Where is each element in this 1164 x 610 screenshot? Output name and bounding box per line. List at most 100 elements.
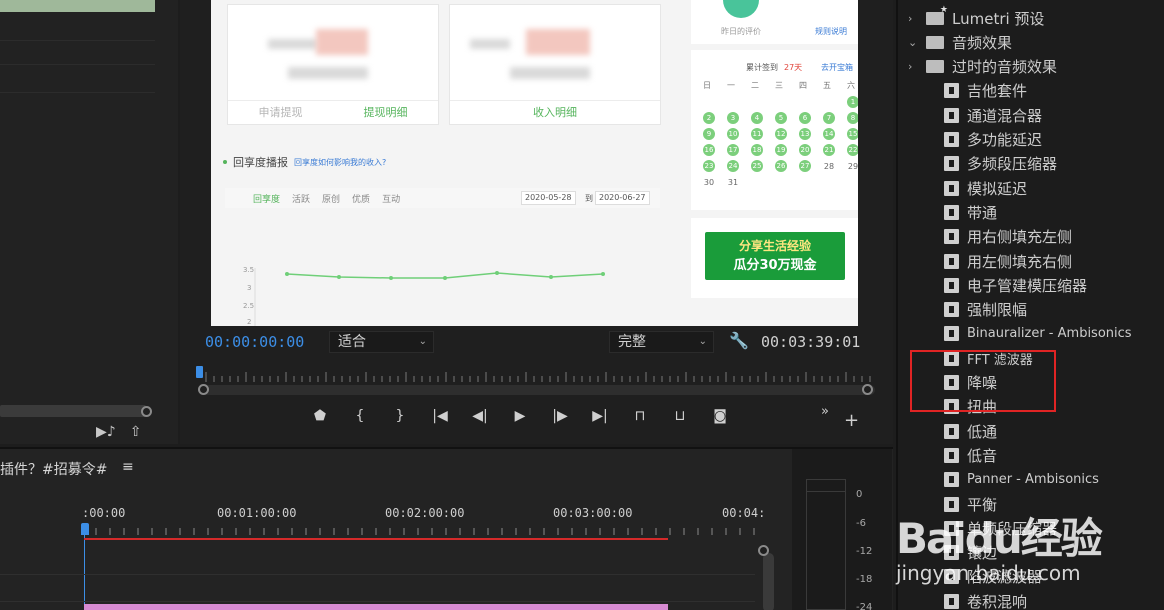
- chevron-right-icon[interactable]: ›: [908, 12, 918, 25]
- calendar-day[interactable]: 18: [745, 142, 769, 158]
- play-icon[interactable]: ▶: [500, 408, 540, 424]
- panel-menu-icon[interactable]: ≡: [122, 459, 134, 475]
- calendar-day[interactable]: 3: [721, 110, 745, 126]
- calendar-day[interactable]: 30: [697, 174, 721, 190]
- calendar-day[interactable]: 4: [745, 110, 769, 126]
- calendar-day[interactable]: 31: [721, 174, 745, 190]
- calendar-day[interactable]: 8: [841, 110, 858, 126]
- calendar-day[interactable]: 16: [697, 142, 721, 158]
- calendar-day[interactable]: 14: [817, 126, 841, 142]
- go-to-in-icon[interactable]: |◀: [420, 408, 460, 424]
- monitor-zoom-bar[interactable]: [203, 385, 875, 395]
- calendar-day[interactable]: 27: [793, 158, 817, 174]
- withdraw-link[interactable]: 申请提现: [228, 101, 333, 124]
- extract-icon[interactable]: ⊔: [660, 408, 700, 424]
- effect-folder[interactable]: ⌄ 音频效果: [898, 30, 1164, 54]
- zoom-scrollbar-handle[interactable]: [141, 406, 152, 417]
- current-timecode[interactable]: 00:00:00:00: [205, 333, 304, 351]
- lift-icon[interactable]: ⊓: [620, 408, 660, 424]
- calendar-day[interactable]: 19: [769, 142, 793, 158]
- effect-item[interactable]: 模拟延迟: [898, 176, 1164, 200]
- timeline-ruler[interactable]: [82, 525, 762, 535]
- effect-item[interactable]: Binauralizer - Ambisonics: [898, 322, 1164, 346]
- calendar-day[interactable]: 17: [721, 142, 745, 158]
- effect-folder[interactable]: › Lumetri 预设: [898, 5, 1164, 30]
- calendar-day[interactable]: 5: [769, 110, 793, 126]
- fit-select[interactable]: 适合 ⌄: [329, 331, 434, 353]
- calendar-day[interactable]: 10: [721, 126, 745, 142]
- effect-item[interactable]: 低通: [898, 419, 1164, 443]
- calendar-day[interactable]: 2: [697, 110, 721, 126]
- calendar-day[interactable]: 22: [841, 142, 858, 158]
- calendar-day[interactable]: 26: [769, 158, 793, 174]
- chevron-right-icon[interactable]: ›: [908, 60, 918, 73]
- video-clip[interactable]: [84, 604, 668, 610]
- calendar-day[interactable]: 20: [793, 142, 817, 158]
- open-chest-link[interactable]: 去开宝箱: [821, 62, 853, 73]
- calendar-day[interactable]: 24: [721, 158, 745, 174]
- effect-item[interactable]: 陷波滤波器: [898, 565, 1164, 589]
- calendar-day[interactable]: 15: [841, 126, 858, 142]
- zoom-bar-left-handle[interactable]: [198, 384, 209, 395]
- date-from-input[interactable]: 2020-05-28: [521, 191, 576, 205]
- effect-item[interactable]: 通道混合器: [898, 103, 1164, 127]
- effect-item[interactable]: 卷积混响: [898, 589, 1164, 610]
- go-to-out-icon[interactable]: ▶|: [580, 408, 620, 424]
- calendar-day[interactable]: 21: [817, 142, 841, 158]
- calendar-day[interactable]: 7: [817, 110, 841, 126]
- calendar-day[interactable]: 9: [697, 126, 721, 142]
- effect-item[interactable]: 带通: [898, 200, 1164, 224]
- settings-wrench-icon[interactable]: 🔧: [729, 331, 749, 350]
- calendar-day[interactable]: 6: [793, 110, 817, 126]
- effect-item[interactable]: 吉他套件: [898, 79, 1164, 103]
- timeline-playhead[interactable]: [81, 523, 89, 535]
- rules-link[interactable]: 规则说明: [815, 26, 847, 37]
- monitor-time-ruler[interactable]: [196, 368, 874, 384]
- add-marker-icon[interactable]: ⬟: [300, 408, 340, 424]
- legend-item[interactable]: 原创: [322, 192, 340, 205]
- zoom-scrollbar[interactable]: [0, 405, 146, 417]
- step-back-icon[interactable]: ◀|: [460, 408, 500, 424]
- withdraw-detail-link[interactable]: 提现明细: [333, 101, 438, 124]
- effect-item[interactable]: Panner - Ambisonics: [898, 468, 1164, 492]
- quality-select[interactable]: 完整 ⌄: [609, 331, 714, 353]
- calendar-day[interactable]: 11: [745, 126, 769, 142]
- effect-item[interactable]: 多频段压缩器: [898, 152, 1164, 176]
- effect-item[interactable]: 电子管建模压缩器: [898, 273, 1164, 297]
- mark-out-icon[interactable]: }: [380, 408, 420, 424]
- timeline-scroll-handle[interactable]: [758, 545, 769, 556]
- effect-item[interactable]: 用右侧填充左侧: [898, 225, 1164, 249]
- monitor-playhead[interactable]: [196, 366, 203, 378]
- effect-item[interactable]: 单频段压缩器: [898, 516, 1164, 540]
- score-help-link[interactable]: 回享度如何影响我的收入?: [294, 157, 386, 168]
- calendar-day[interactable]: 25: [745, 158, 769, 174]
- mark-in-icon[interactable]: {: [340, 408, 380, 424]
- effect-item[interactable]: 强制限幅: [898, 298, 1164, 322]
- effect-folder[interactable]: › 过时的音频效果: [898, 55, 1164, 79]
- effect-item[interactable]: 多功能延迟: [898, 128, 1164, 152]
- more-controls-icon[interactable]: »: [821, 404, 829, 419]
- zoom-bar-right-handle[interactable]: [862, 384, 873, 395]
- calendar-day[interactable]: 29: [841, 158, 858, 174]
- calendar-day[interactable]: 13: [793, 126, 817, 142]
- legend-item[interactable]: 活跃: [292, 192, 310, 205]
- legend-item[interactable]: 优质: [352, 192, 370, 205]
- chevron-down-icon[interactable]: ⌄: [908, 36, 918, 49]
- calendar-day[interactable]: 1: [841, 94, 858, 110]
- sequence-tab-title[interactable]: 插件？#招募令#: [0, 459, 107, 479]
- calendar-day[interactable]: 12: [769, 126, 793, 142]
- timeline-vertical-scrollbar[interactable]: [763, 553, 774, 610]
- export-frame-icon[interactable]: ⇧: [130, 424, 142, 440]
- effect-item[interactable]: 低音: [898, 443, 1164, 467]
- promo-banner[interactable]: 分享生活经验 瓜分30万现金: [691, 218, 858, 298]
- legend-item[interactable]: 互动: [382, 192, 400, 205]
- legend-item[interactable]: 回享度: [253, 192, 280, 205]
- date-to-input[interactable]: 2020-06-27: [595, 191, 650, 205]
- effect-item[interactable]: 用左侧填充右侧: [898, 249, 1164, 273]
- effect-item[interactable]: 平衡: [898, 492, 1164, 516]
- automate-to-sequence-icon[interactable]: ▶♪: [96, 424, 116, 440]
- button-editor-plus-icon[interactable]: +: [844, 410, 859, 431]
- promo-banner-image[interactable]: 分享生活经验 瓜分30万现金: [705, 232, 845, 280]
- yesterday-rating-link[interactable]: 昨日的评价: [721, 26, 761, 37]
- step-forward-icon[interactable]: |▶: [540, 408, 580, 424]
